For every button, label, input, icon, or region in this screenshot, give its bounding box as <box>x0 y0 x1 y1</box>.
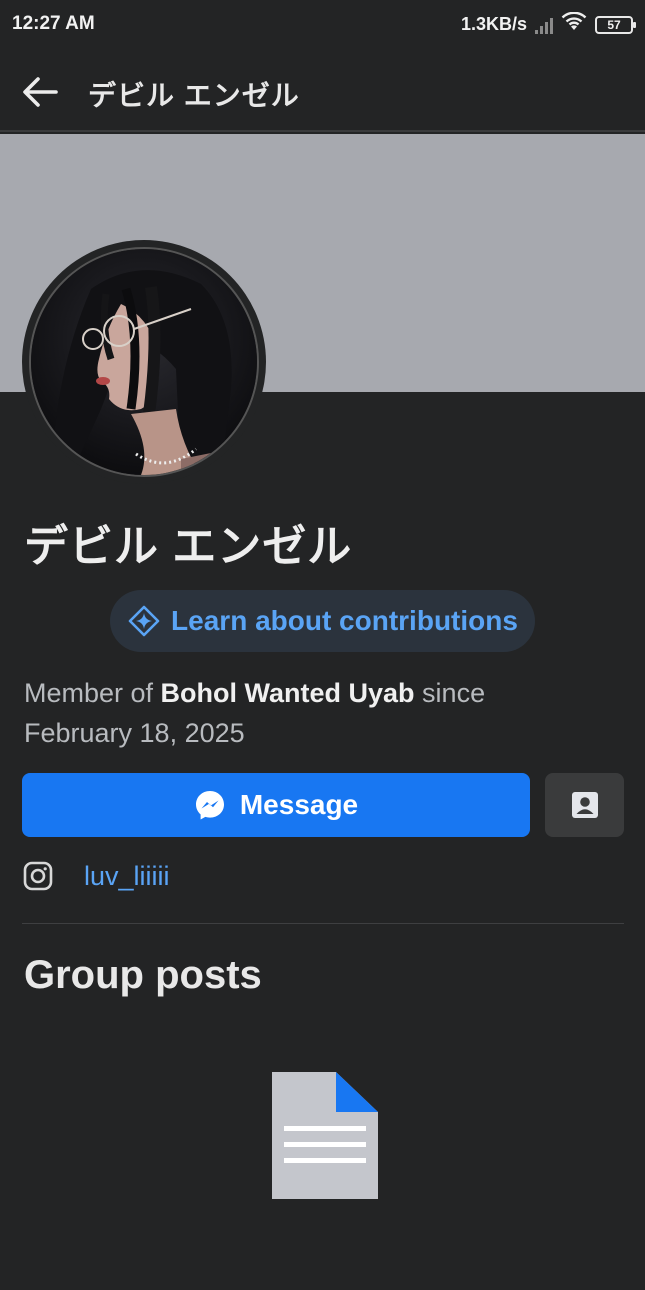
battery-icon: 57 <box>595 15 636 34</box>
group-name-link[interactable]: Bohol Wanted Uyab <box>161 678 415 708</box>
profile-name: デビル エンゼル <box>24 522 353 571</box>
arrow-left-icon <box>23 77 58 107</box>
learn-contributions-button[interactable]: Learn about contributions <box>110 590 535 652</box>
status-bar: 12:27 AM 1.3KB/s 57 <box>0 0 645 50</box>
member-prefix: Member of <box>24 678 161 708</box>
instagram-icon <box>23 861 53 891</box>
app-bar: デビル エンゼル <box>0 50 645 132</box>
sparkle-diamond-icon <box>128 605 160 637</box>
view-profile-button[interactable] <box>545 773 624 837</box>
status-indicators: 1.3KB/s 57 <box>460 11 636 37</box>
member-suffix: since <box>414 678 486 708</box>
instagram-handle-link[interactable]: luv_liiiii <box>84 861 170 892</box>
status-time: 12:27 AM <box>12 13 95 34</box>
message-label: Message <box>239 789 359 820</box>
page-title: デビル エンゼル <box>88 80 300 111</box>
signal-icon <box>535 16 553 34</box>
back-button[interactable] <box>20 72 64 112</box>
messenger-icon <box>195 791 224 820</box>
group-posts-title: Group posts <box>24 953 262 997</box>
message-button[interactable]: Message <box>22 773 530 837</box>
section-divider <box>22 923 624 924</box>
instagram-row: luv_liiiii <box>22 860 170 892</box>
membership-info: Member of Bohol Wanted Uyab since Februa… <box>24 673 624 753</box>
member-date: February 18, 2025 <box>24 718 245 748</box>
contact-card-icon <box>571 792 598 818</box>
contributions-label: Learn about contributions <box>171 605 518 636</box>
profile-picture <box>29 247 259 477</box>
network-speed: 1.3KB/s <box>460 14 527 34</box>
wifi-icon <box>561 11 587 37</box>
avatar[interactable] <box>22 240 266 484</box>
document-icon <box>272 1072 380 1200</box>
